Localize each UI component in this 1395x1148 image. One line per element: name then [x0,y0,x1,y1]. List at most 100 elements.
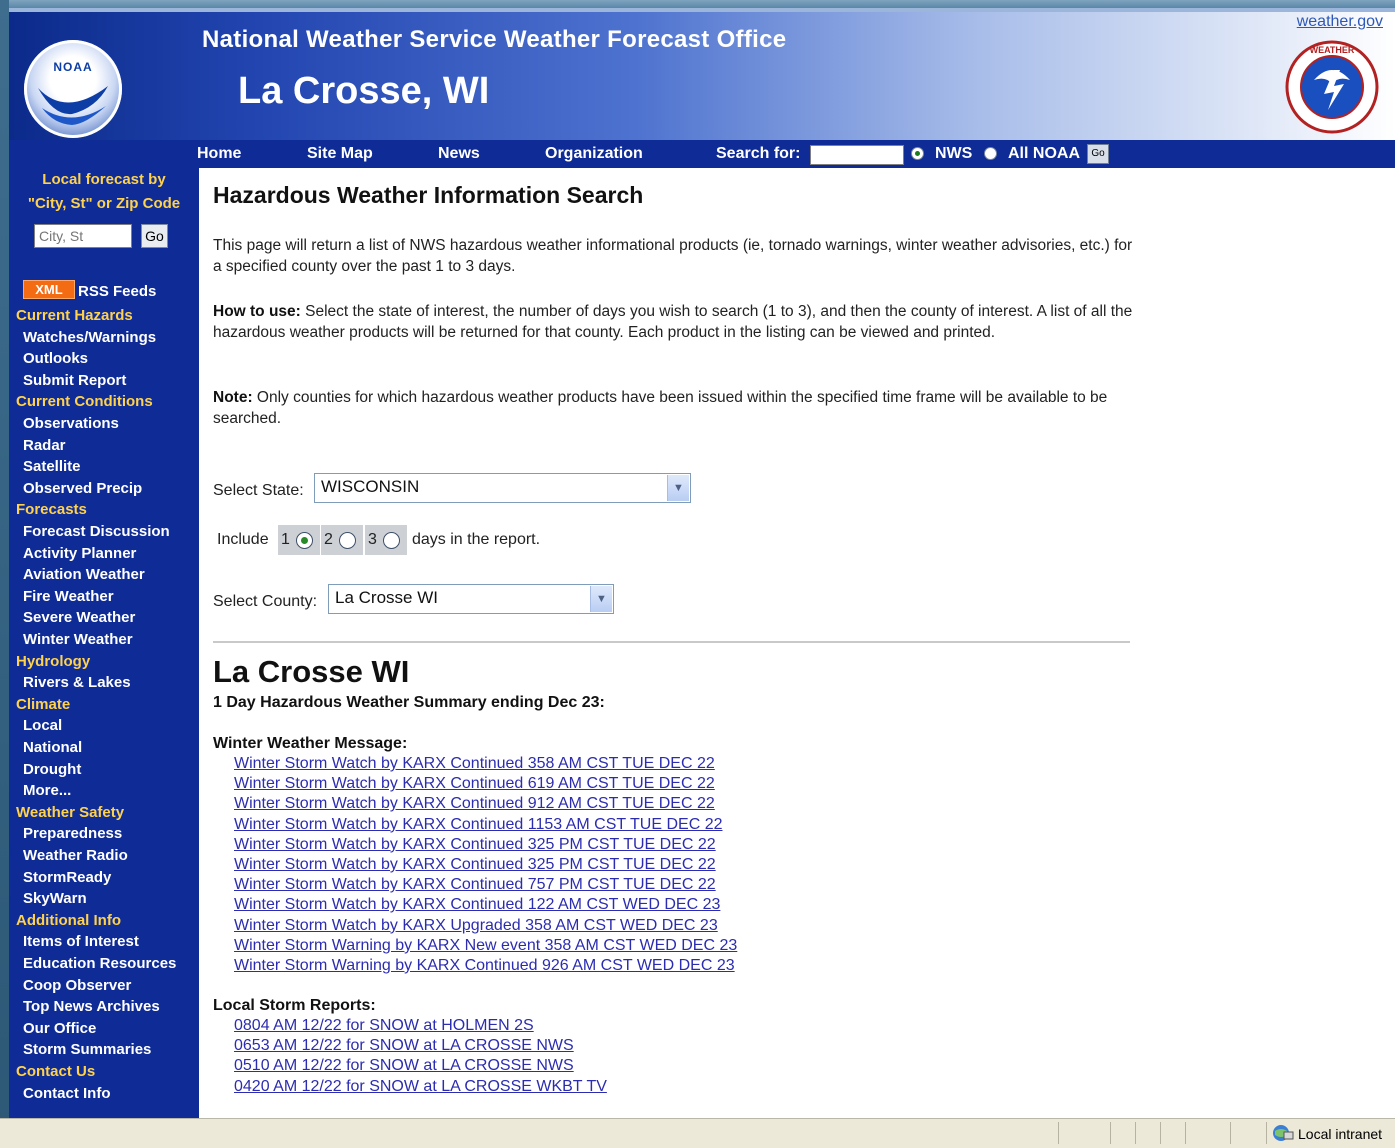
chevron-down-icon[interactable]: ▼ [590,586,612,612]
local-forecast-label: Local forecast by "City, St" or Zip Code [9,168,199,216]
sidebar-link[interactable]: Winter Weather [23,631,133,648]
sidebar-link[interactable]: Aviation Weather [23,566,145,583]
winter-product-link[interactable]: Winter Storm Watch by KARX Continued 325… [234,836,716,854]
sidebar-link[interactable]: Observed Precip [23,480,142,497]
weather-gov-link[interactable]: weather.gov [1297,13,1383,31]
sidebar-link[interactable]: Observations [23,415,119,432]
storm-report-link[interactable]: 0510 AM 12/22 for SNOW at LA CROSSE NWS [234,1057,574,1075]
sidebar-link[interactable]: StormReady [23,869,111,886]
winter-product-link[interactable]: Winter Storm Watch by KARX Upgraded 358 … [234,917,718,935]
note-text: Only counties for which hazardous weathe… [213,389,1108,427]
day-option-3[interactable]: 3 [365,525,407,555]
winter-product-link[interactable]: Winter Storm Watch by KARX Continued 358… [234,755,715,773]
days-suffix-label: days in the report. [412,531,541,548]
winter-product-link[interactable]: Winter Storm Watch by KARX Continued 325… [234,856,716,874]
day-option-3-label: 3 [368,531,377,548]
day-radio-1[interactable] [296,532,313,549]
sidebar-heading[interactable]: Weather Safety [16,804,124,821]
sidebar-heading[interactable]: Hydrology [16,653,90,670]
radio-nws[interactable] [911,147,924,160]
radio-all-noaa-label: All NOAA [1008,145,1080,162]
sidebar-link[interactable]: Forecast Discussion [23,523,170,540]
winter-product-link[interactable]: Winter Storm Warning by KARX New event 3… [234,937,737,955]
sidebar-link[interactable]: Fire Weather [23,588,114,605]
sidebar-link[interactable]: Preparedness [23,825,122,842]
search-go-button[interactable]: Go [1087,144,1109,164]
state-select[interactable]: WISCONSIN ▼ [314,473,691,503]
winter-product-link[interactable]: Winter Storm Watch by KARX Continued 115… [234,816,722,834]
winter-product-link[interactable]: Winter Storm Watch by KARX Continued 912… [234,795,715,813]
include-label: Include [217,531,269,548]
select-county-label: Select County: [213,593,318,610]
xml-rss-badge[interactable]: XML [23,280,75,299]
day-option-1[interactable]: 1 [278,525,320,555]
sidebar-link[interactable]: Watches/Warnings [23,329,156,346]
search-input[interactable] [810,145,904,165]
status-separator [1230,1122,1231,1144]
sidebar-link[interactable]: Local [23,717,62,734]
intro-paragraph: This page will return a list of NWS haza… [213,237,1133,275]
sidebar-link[interactable]: More... [23,782,71,799]
sidebar-link[interactable]: Radar [23,437,66,454]
sidebar-link[interactable]: Satellite [23,458,81,475]
how-to-use-text: Select the state of interest, the number… [213,303,1133,341]
nws-logo-icon[interactable]: WEATHER [1284,40,1380,134]
status-separator [1058,1122,1059,1144]
sidebar-link[interactable]: National [23,739,82,756]
day-radio-3[interactable] [383,532,400,549]
winter-product-link[interactable]: Winter Storm Watch by KARX Continued 757… [234,876,716,894]
sidebar-link[interactable]: Activity Planner [23,545,136,562]
storm-report-link[interactable]: 0420 AM 12/22 for SNOW at LA CROSSE WKBT… [234,1078,607,1096]
sidebar-heading[interactable]: Current Hazards [16,307,133,324]
winter-product-link[interactable]: Winter Storm Warning by KARX Continued 9… [234,957,735,975]
storm-report-link[interactable]: 0804 AM 12/22 for SNOW at HOLMEN 2S [234,1017,534,1035]
note-paragraph: Note: Only counties for which hazardous … [213,388,1133,429]
sidebar-link[interactable]: Our Office [23,1020,96,1037]
sidebar-link[interactable]: Rivers & Lakes [23,674,131,691]
rss-feeds-link[interactable]: RSS Feeds [78,283,156,300]
day-option-2-label: 2 [324,531,333,548]
winter-product-link[interactable]: Winter Storm Watch by KARX Continued 122… [234,896,720,914]
sidebar-link[interactable]: Contact Info [23,1085,111,1102]
day-option-1-label: 1 [281,531,290,548]
sidebar-heading[interactable]: Forecasts [16,501,87,518]
nav-news[interactable]: News [438,145,480,163]
sidebar-link[interactable]: Items of Interest [23,933,139,950]
chevron-down-icon[interactable]: ▼ [667,475,689,501]
storm-report-link[interactable]: 0653 AM 12/22 for SNOW at LA CROSSE NWS [234,1037,574,1055]
sidebar-link[interactable]: Education Resources [23,955,176,972]
sidebar-heading[interactable]: Current Conditions [16,393,153,410]
day-radio-2[interactable] [339,532,356,549]
window-frame-top [0,0,1395,8]
local-intranet-icon [1273,1125,1294,1141]
sidebar-link[interactable]: Outlooks [23,350,88,367]
nav-site-map[interactable]: Site Map [307,145,373,163]
sidebar-link[interactable]: Drought [23,761,81,778]
sidebar-link[interactable]: Weather Radio [23,847,128,864]
sidebar-link[interactable]: Storm Summaries [23,1041,151,1058]
sidebar-link[interactable]: Coop Observer [23,977,131,994]
county-select[interactable]: La Crosse WI ▼ [328,584,614,614]
city-go-button[interactable]: Go [141,224,168,248]
sidebar-heading[interactable]: Additional Info [16,912,121,929]
city-input[interactable] [34,224,132,248]
local-forecast-line1: Local forecast by [42,171,166,188]
nav-organization[interactable]: Organization [545,145,643,163]
status-separator [1160,1122,1161,1144]
sidebar-link[interactable]: Severe Weather [23,609,135,626]
sidebar-link[interactable]: Top News Archives [23,998,160,1015]
winter-product-link[interactable]: Winter Storm Watch by KARX Continued 619… [234,775,715,793]
radio-all-noaa[interactable] [984,147,997,160]
nav-home[interactable]: Home [197,145,241,163]
sidebar-link[interactable]: SkyWarn [23,890,87,907]
local-storm-reports-label: Local Storm Reports: [213,997,376,1014]
how-to-use-paragraph: How to use: Select the state of interest… [213,302,1133,343]
svg-text:WEATHER: WEATHER [1310,45,1355,55]
sidebar-heading[interactable]: Climate [16,696,70,713]
county-heading: La Crosse WI [213,654,410,689]
sidebar-heading[interactable]: Contact Us [16,1063,95,1080]
status-separator [1266,1122,1267,1144]
sidebar-link[interactable]: Submit Report [23,372,126,389]
noaa-logo[interactable]: NOAA [24,40,122,138]
day-option-2[interactable]: 2 [321,525,363,555]
